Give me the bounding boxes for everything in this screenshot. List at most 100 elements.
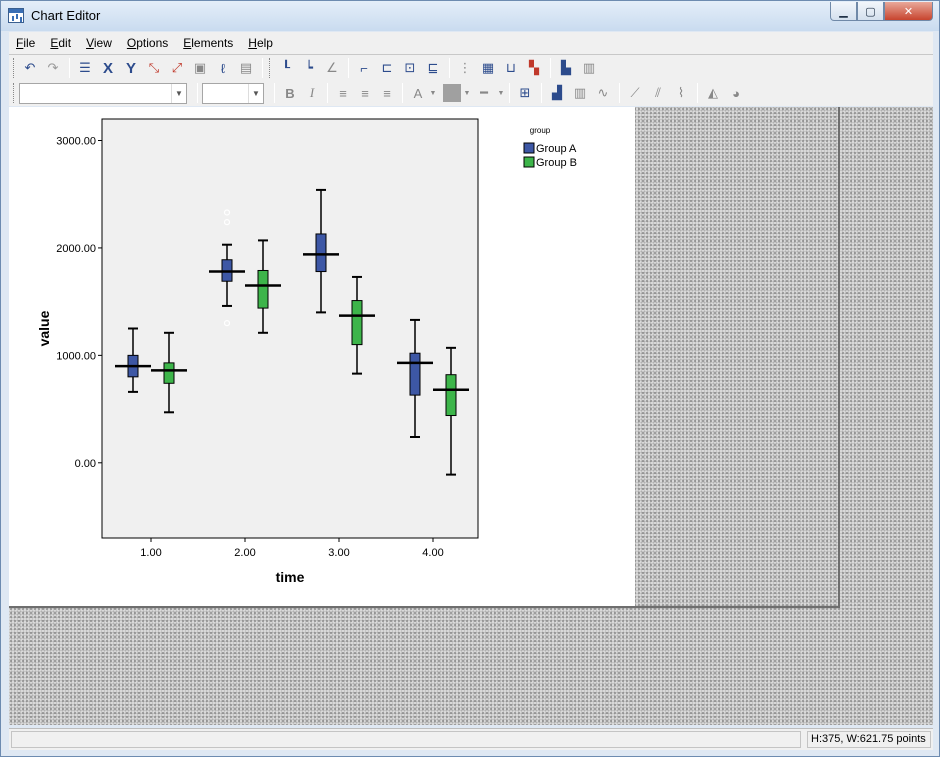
chart-editor-app-icon — [8, 8, 24, 23]
chevron-down-icon[interactable]: ▼ — [429, 90, 437, 97]
boxplot-chart[interactable]: 0.00 1000.00 2000.00 3000.00 1.00 2.00 3.00 4.0… — [9, 107, 635, 606]
fit-line-subgroups-icon: ⫽ — [655, 85, 661, 100]
minimize-button[interactable]: ▁ — [830, 2, 857, 21]
y-tick-label[interactable]: 1000.00 — [56, 350, 96, 362]
align-right-icon: ≡ — [383, 85, 391, 101]
y-tick-label[interactable]: 3000.00 — [56, 135, 96, 147]
redo-icon: ↷ — [47, 60, 59, 75]
histogram-icon: ▥ — [582, 60, 596, 75]
fill-color-button[interactable] — [443, 84, 461, 102]
y-tick-label[interactable]: 0.00 — [75, 458, 96, 470]
rescale-axis-button[interactable]: ⤡ — [143, 57, 165, 79]
redo-button[interactable]: ↷ — [42, 57, 64, 79]
reference-line-button[interactable]: ∠ — [321, 57, 343, 79]
menu-edit[interactable]: Edit — [43, 36, 79, 50]
font-family-combo[interactable]: ▼ — [19, 82, 187, 104]
table-button[interactable]: ▦ — [477, 57, 499, 79]
align-right-button[interactable]: ≡ — [376, 86, 398, 101]
grid-x-icon: ┖ — [282, 60, 290, 75]
menu-view[interactable]: View — [79, 36, 120, 50]
area-element-button[interactable]: ◭ — [702, 82, 724, 104]
x-axis-title[interactable]: time — [276, 569, 305, 585]
plot-area[interactable] — [101, 118, 479, 539]
fit-line-subgroups-button[interactable]: ⫽ — [647, 82, 669, 104]
chart-dimensions: H:375, W:621.75 points — [807, 731, 931, 748]
box-group-a[interactable] — [315, 233, 327, 273]
box-group-b[interactable] — [445, 374, 457, 417]
add-title-button[interactable]: ⌐ — [353, 57, 375, 79]
add-textbox-button[interactable]: ⊡ — [399, 57, 421, 79]
legend-title[interactable]: group — [530, 126, 551, 135]
undo-button[interactable]: ↶ — [19, 57, 41, 79]
zoom-axis-button[interactable]: ⤢ — [166, 57, 188, 79]
chevron-down-icon[interactable]: ▼ — [171, 83, 186, 103]
chart-paper[interactable]: 0.00 1000.00 2000.00 3000.00 1.00 2.00 3.00 4.0… — [9, 107, 635, 606]
add-line-element-button[interactable]: ∿ — [592, 82, 614, 104]
area-icon: ◭ — [708, 85, 718, 100]
select-y-axis-button[interactable]: Y — [120, 57, 142, 79]
add-footnote-button[interactable]: ⊑ — [422, 57, 444, 79]
align-left-button[interactable]: ≡ — [332, 86, 354, 101]
x-axis-icon: X — [102, 59, 113, 77]
menu-help[interactable]: Help — [241, 36, 281, 50]
properties-button[interactable]: ☰ — [74, 57, 96, 79]
maximize-button[interactable]: ▢ — [857, 2, 884, 21]
font-size-combo[interactable]: ▼ — [202, 82, 264, 104]
text-color-button[interactable]: A — [407, 86, 429, 101]
toolbar-grip[interactable] — [13, 58, 16, 78]
interpolation-line-button[interactable]: ⌇ — [670, 82, 692, 104]
pie-icon: ◕ — [732, 85, 740, 101]
x-tick-label[interactable]: 4.00 — [422, 547, 443, 559]
legend-swatch[interactable] — [523, 142, 535, 154]
y-tick-label[interactable]: 2000.00 — [56, 243, 96, 255]
add-bar-element-button[interactable]: ▟ — [546, 82, 568, 104]
italic-button[interactable]: I — [301, 85, 323, 101]
status-message — [11, 731, 801, 748]
y-axis-title[interactable]: value — [36, 310, 52, 346]
legend-swatch[interactable] — [523, 156, 535, 168]
chevron-down-icon[interactable]: ▼ — [497, 90, 505, 97]
x-tick-label[interactable]: 1.00 — [140, 547, 161, 559]
menu-file[interactable]: File — [9, 36, 43, 50]
menu-elements[interactable]: Elements — [176, 36, 241, 50]
show-grid-x-button[interactable]: ┖ — [275, 57, 297, 79]
x-tick-label[interactable]: 2.00 — [234, 547, 255, 559]
box-group-b[interactable] — [351, 300, 363, 346]
add-subtitle-button[interactable]: ⊏ — [376, 57, 398, 79]
legend-label[interactable]: Group A — [536, 143, 577, 155]
fit-line-total-button[interactable]: ⟋ — [624, 82, 646, 104]
pie-element-button[interactable]: ◕ — [725, 82, 747, 104]
close-icon: ✕ — [903, 5, 914, 18]
chevron-down-icon[interactable]: ▼ — [248, 83, 263, 103]
title-bar[interactable]: Chart Editor ▁ ▢ ✕ — [1, 1, 939, 31]
grid-lines-button[interactable]: ⋮ — [454, 57, 476, 79]
title-icon: ⌐ — [360, 60, 368, 76]
textbox-icon: ⊡ — [404, 60, 416, 75]
add-histogram-element-button[interactable]: ▥ — [569, 82, 591, 104]
element-grid-button[interactable]: ⊞ — [514, 82, 536, 104]
select-x-axis-button[interactable]: X — [97, 57, 119, 79]
line-style-button[interactable]: ━ — [471, 85, 497, 101]
menu-bar: File Edit View Options Elements Help — [9, 32, 933, 54]
fit-line-icon: ⟋ — [630, 85, 640, 100]
properties-icon: ☰ — [79, 60, 91, 75]
box-group-a[interactable] — [409, 352, 421, 396]
window-title: Chart Editor — [31, 8, 101, 23]
legend-button[interactable]: ▚ — [523, 57, 545, 79]
transpose-button[interactable]: ▣ — [189, 57, 211, 79]
data-label-button[interactable]: ▤ — [235, 57, 257, 79]
x-tick-label[interactable]: 3.00 — [328, 547, 349, 559]
box-group-b[interactable] — [163, 362, 175, 384]
show-grid-y-button[interactable]: ┕ — [298, 57, 320, 79]
histogram-button[interactable]: ▥ — [578, 57, 600, 79]
close-button[interactable]: ✕ — [884, 2, 933, 21]
bar-chart-button[interactable]: ▙ — [555, 57, 577, 79]
bold-button[interactable]: B — [279, 86, 301, 101]
legend-label[interactable]: Group B — [536, 157, 577, 169]
align-center-button[interactable]: ≡ — [354, 86, 376, 101]
menu-options[interactable]: Options — [120, 36, 176, 50]
lasso-button[interactable]: ℓ — [212, 57, 234, 79]
box-group-b[interactable] — [257, 269, 269, 309]
chevron-down-icon[interactable]: ▼ — [463, 90, 471, 97]
axis-frame-button[interactable]: ⊔ — [500, 57, 522, 79]
